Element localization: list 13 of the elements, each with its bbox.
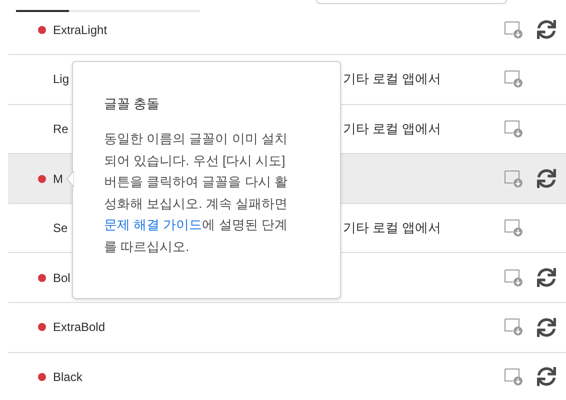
tooltip-title: 글꼴 충돌 <box>104 95 161 113</box>
font-style-name: Bol <box>53 270 70 285</box>
tooltip-text: 동일한 이름의 글꼴이 이미 설치되어 있습니다. 우선 [다시 시도] 버튼을 클릭하여 글꼴을 다시 활성화해 보십시오. 계속 실패하면 문제 해결 가이드에 설명된 단계를 따르십시오. <box>104 130 288 256</box>
status-message: 기타 로컬 앱에서 <box>343 220 442 236</box>
font-style-name: ExtraBold <box>53 320 106 334</box>
font-style-name: M <box>53 172 63 186</box>
status-message: 기타 로컬 앱에서 <box>343 71 442 86</box>
font-style-name: Black <box>53 370 82 384</box>
status-message: 기타 로컬 앱에서 <box>343 120 442 136</box>
font-style-name: ExtraLight <box>53 22 108 37</box>
font-style-name: Lig <box>53 72 70 86</box>
font-style-name: Re <box>53 122 68 136</box>
font-style-name: Se <box>53 221 68 236</box>
